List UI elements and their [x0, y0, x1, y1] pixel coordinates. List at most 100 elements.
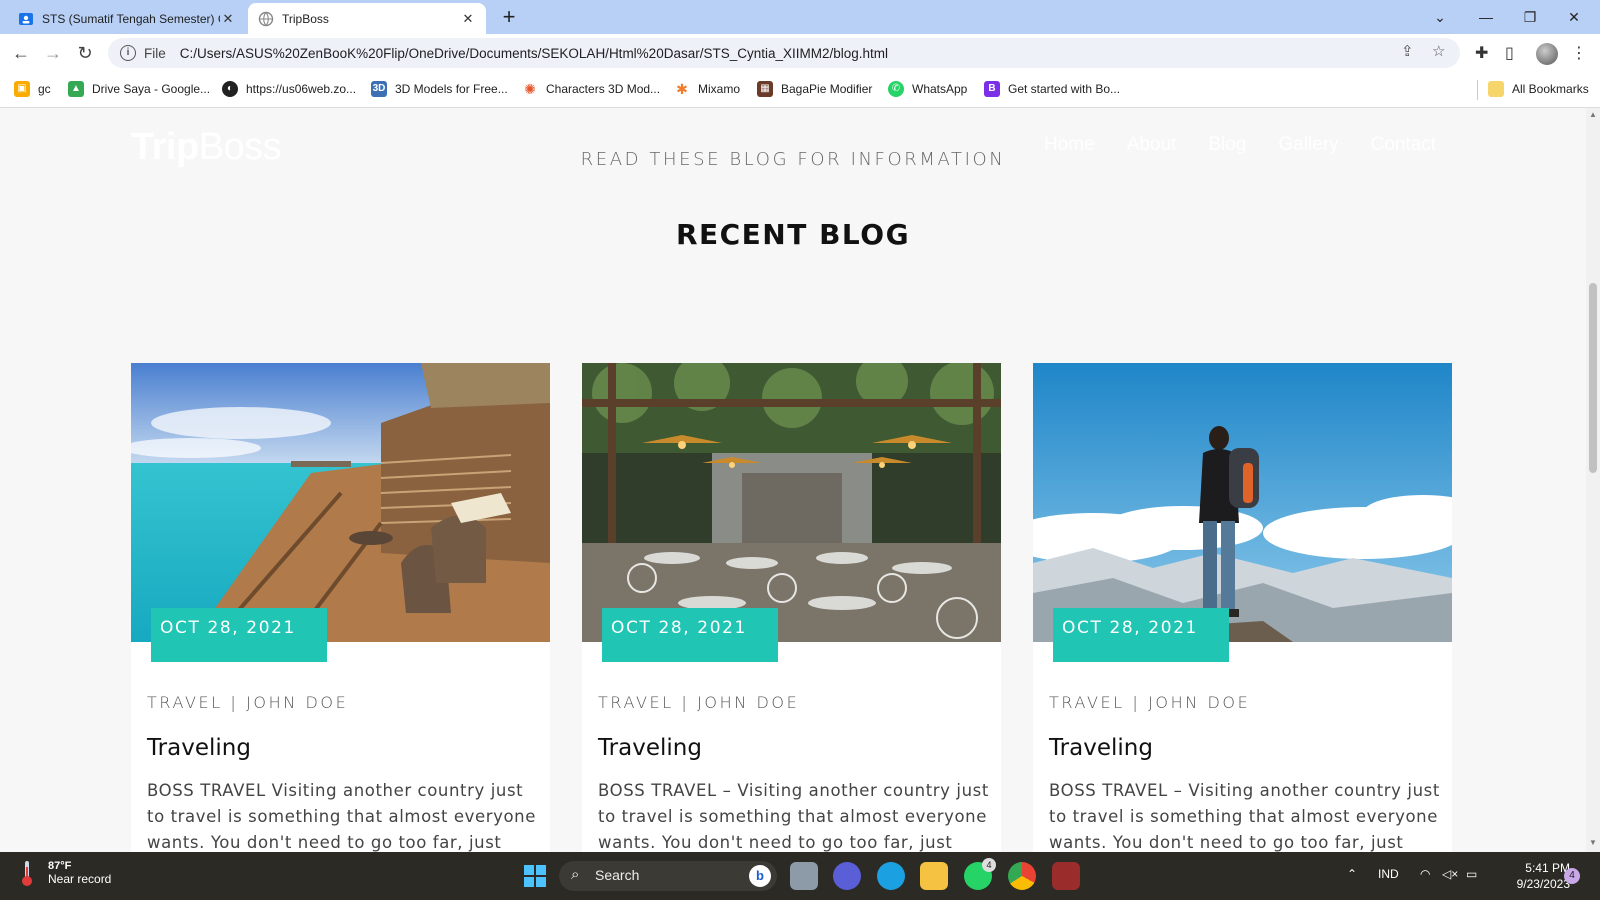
task-view-icon[interactable] — [790, 862, 818, 890]
folder-icon — [1488, 81, 1504, 97]
all-bookmarks-label: All Bookmarks — [1512, 82, 1589, 96]
page-viewport: TripBoss Home About Blog Gallery Contact… — [0, 108, 1586, 852]
notification-badge[interactable]: 4 — [1564, 868, 1580, 884]
scrollbar-thumb[interactable] — [1589, 283, 1597, 473]
start-icon[interactable] — [521, 862, 549, 890]
bookmark-item[interactable]: ▦ BagaPie Modifier — [757, 81, 872, 97]
bing-icon: b — [749, 865, 771, 887]
search-label: Search — [595, 867, 640, 883]
taskbar-clock[interactable]: 5:41 PM 9/23/2023 — [1500, 860, 1570, 892]
volume-muted-icon[interactable]: ◁× — [1442, 867, 1458, 881]
bookmark-label: gc — [38, 82, 51, 96]
battery-icon[interactable]: ▭ — [1466, 867, 1477, 881]
file-explorer-icon[interactable] — [920, 862, 948, 890]
page-subtitle: READ THESE BLOG FOR INFORMATION — [580, 149, 1006, 170]
scroll-up-icon[interactable]: ▲ — [1586, 110, 1600, 119]
menu-icon[interactable]: ⋮ — [1571, 43, 1587, 63]
bookmark-item[interactable]: ▲ Drive Saya - Google... — [68, 81, 210, 97]
extensions-icon[interactable]: ✚ — [1475, 43, 1488, 63]
clock-time: 5:41 PM — [1525, 861, 1570, 875]
tab-title: STS (Sumatif Tengah Semester) C — [42, 11, 220, 26]
profile-avatar[interactable] — [1536, 43, 1558, 65]
bookmark-label: Drive Saya - Google... — [92, 82, 211, 96]
blog-card[interactable]: OCT 28, 2021 TRAVEL | JOHN DOE Traveling… — [1033, 363, 1452, 852]
bootstrap-icon: B — [984, 81, 1000, 97]
bookmark-star-icon[interactable]: ☆ — [1432, 42, 1445, 60]
bookmark-item[interactable]: ✱ Mixamo — [674, 81, 740, 97]
site-info-icon[interactable]: i — [120, 45, 136, 61]
minimize-icon[interactable]: — — [1464, 4, 1508, 30]
address-url[interactable]: C:/Users/ASUS%20ZenBooK%20Flip/OneDrive/… — [180, 46, 888, 61]
whatsapp-icon: ✆ — [888, 81, 904, 97]
search-icon: ⌕ — [571, 866, 580, 883]
hiker-mountain-photo[interactable] — [1033, 363, 1452, 642]
card-meta: TRAVEL | JOHN DOE — [598, 693, 800, 712]
taskbar-search[interactable]: ⌕ Search b — [559, 861, 777, 891]
tab-sts[interactable]: STS (Sumatif Tengah Semester) C ✕ — [8, 3, 246, 34]
all-bookmarks-button[interactable]: All Bookmarks — [1488, 81, 1589, 97]
clock-date: 9/23/2023 — [1516, 877, 1570, 891]
bookmark-label: BagaPie Modifier — [781, 82, 873, 96]
blog-card[interactable]: OCT 28, 2021 TRAVEL | JOHN DOE Traveling… — [582, 363, 1001, 852]
bookmark-label: 3D Models for Free... — [395, 82, 508, 96]
close-window-icon[interactable]: ✕ — [1552, 4, 1596, 30]
bookmark-item[interactable]: B Get started with Bo... — [984, 81, 1120, 97]
bookmark-label: Mixamo — [698, 82, 741, 96]
address-scheme: File — [144, 45, 166, 61]
winrar-icon[interactable] — [1052, 862, 1080, 890]
side-panel-icon[interactable]: ▯ — [1505, 43, 1514, 63]
3d-icon: 3D — [371, 81, 387, 97]
weather-widget[interactable]: 87°F Near record — [20, 859, 111, 887]
browser-toolbar: ← → ↻ i File C:/Users/ASUS%20ZenBooK%20F… — [0, 34, 1600, 72]
tab-strip: STS (Sumatif Tengah Semester) C ✕ TripBo… — [0, 0, 1600, 34]
mixamo-icon: ✱ — [676, 81, 688, 97]
language-indicator[interactable]: IND — [1378, 867, 1399, 881]
restore-icon[interactable]: ❐ — [1508, 4, 1552, 30]
bookmark-item[interactable]: 3D 3D Models for Free... — [371, 81, 508, 97]
forward-arrow-icon[interactable]: → — [40, 40, 66, 66]
bookmark-label: https://us06web.zo... — [246, 82, 357, 96]
tab-close-icon[interactable]: ✕ — [220, 11, 236, 27]
bookmark-item[interactable]: ◐ https://us06web.zo... — [222, 81, 356, 97]
card-title[interactable]: Traveling — [147, 735, 251, 761]
garden-restaurant-photo[interactable] — [582, 363, 1001, 642]
share-icon[interactable]: ⇪ — [1401, 42, 1414, 60]
whatsapp-badge: 4 — [982, 858, 996, 872]
thermometer-icon — [20, 859, 34, 887]
new-tab-button[interactable]: + — [496, 5, 522, 31]
card-title[interactable]: Traveling — [1049, 735, 1153, 761]
bookmark-item[interactable]: ✺ Characters 3D Mod... — [522, 81, 660, 97]
meet-icon[interactable] — [833, 862, 861, 890]
bookmark-item[interactable]: ▣ gc — [14, 81, 51, 97]
tray-overflow-icon[interactable]: ⌃ — [1347, 867, 1357, 881]
reload-icon[interactable]: ↻ — [72, 40, 98, 66]
resort-balcony-photo[interactable] — [131, 363, 550, 642]
card-title[interactable]: Traveling — [598, 735, 702, 761]
back-arrow-icon[interactable]: ← — [8, 40, 34, 66]
card-excerpt: BOSS TRAVEL Visiting another country jus… — [147, 781, 536, 852]
weather-desc: Near record — [48, 872, 112, 886]
bookmark-label: WhatsApp — [912, 82, 968, 96]
globe-favicon-icon — [258, 11, 274, 27]
scroll-down-icon[interactable]: ▼ — [1586, 838, 1600, 847]
bookmark-item[interactable]: ✆ WhatsApp — [888, 81, 967, 97]
classroom-favicon-icon — [18, 11, 34, 27]
bagapie-icon: ▦ — [757, 81, 773, 97]
blog-card[interactable]: OCT 28, 2021 TRAVEL | JOHN DOE Traveling… — [131, 363, 550, 852]
drive-icon: ▲ — [68, 81, 84, 97]
tab-search-icon[interactable]: ⌄ — [1418, 4, 1462, 30]
wifi-icon[interactable]: ◠ — [1420, 867, 1430, 881]
classroom-icon: ▣ — [14, 81, 30, 97]
address-bar[interactable]: i File C:/Users/ASUS%20ZenBooK%20Flip/On… — [108, 38, 1460, 68]
bookmarks-bar: ▣ gc ▲ Drive Saya - Google... ◐ https://… — [0, 72, 1600, 108]
mixamo-red-icon: ✺ — [524, 81, 536, 97]
bookmarks-separator — [1477, 80, 1478, 100]
tab-tripboss[interactable]: TripBoss ✕ — [248, 3, 486, 34]
edge-icon[interactable] — [877, 862, 905, 890]
date-badge: OCT 28, 2021 — [1053, 608, 1229, 662]
chrome-icon[interactable] — [1008, 862, 1036, 890]
whatsapp-taskbar-icon[interactable]: 4 — [964, 858, 996, 890]
tab-close-icon[interactable]: ✕ — [460, 11, 476, 27]
card-excerpt: BOSS TRAVEL – Visiting another country j… — [1049, 781, 1440, 852]
page-scrollbar[interactable]: ▲ ▼ — [1586, 108, 1600, 852]
